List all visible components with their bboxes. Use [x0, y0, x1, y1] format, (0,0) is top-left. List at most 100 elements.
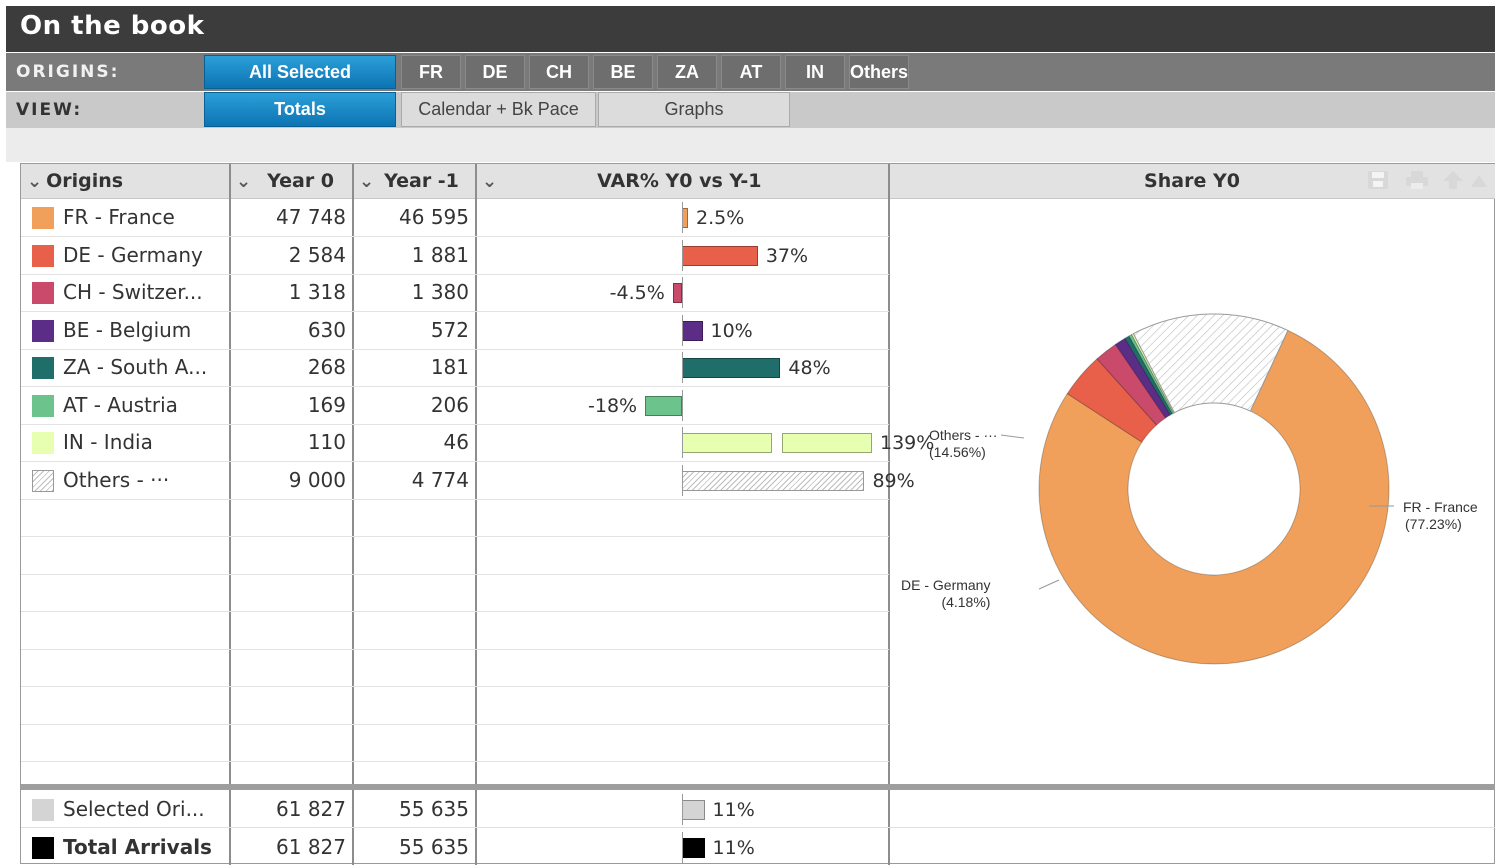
zero-axis — [682, 831, 683, 863]
origin-button-fr[interactable]: FR — [401, 55, 461, 89]
header-year0[interactable]: ⌄ Year 0 — [230, 164, 353, 199]
year-1-value: 46 — [443, 430, 469, 454]
year-1-value: 1 380 — [411, 280, 469, 304]
header-year-1[interactable]: ⌄ Year -1 — [353, 164, 476, 199]
header-year0-label: Year 0 — [267, 170, 335, 192]
zero-axis — [682, 277, 683, 308]
var-bar — [682, 320, 703, 341]
row-divider — [21, 499, 889, 500]
chevron-down-icon[interactable]: ⌄ — [27, 171, 42, 192]
color-swatch — [32, 799, 54, 821]
year0-value: 61 827 — [276, 834, 346, 859]
zero-axis — [682, 202, 683, 233]
var-bar — [682, 470, 865, 491]
var-percent: 10% — [710, 319, 753, 342]
origins-filter-row: ORIGINS: All Selected FR DE CH BE ZA AT … — [6, 53, 1495, 91]
var-bar — [682, 245, 758, 266]
row-divider — [21, 649, 889, 650]
origin-button-be[interactable]: BE — [593, 55, 653, 89]
color-swatch — [32, 319, 54, 342]
origin-name: AT - Austria — [63, 392, 178, 417]
origin-5-row[interactable]: AT - Austria 169 206 -18% — [21, 387, 889, 424]
save-icon[interactable] — [1366, 169, 1392, 193]
header-var-label: VAR% Y0 vs Y-1 — [597, 170, 762, 192]
zero-axis — [682, 464, 683, 496]
color-swatch — [32, 207, 54, 229]
origin-name: Others - ··· — [63, 467, 170, 492]
row-divider — [21, 724, 889, 725]
var-percent: 2.5% — [696, 207, 745, 229]
year0-value: 2 584 — [288, 242, 346, 267]
zero-axis — [682, 239, 683, 271]
origin-name: ZA - South A... — [63, 355, 208, 379]
year-1-value: 55 635 — [399, 834, 469, 859]
var-bar — [782, 433, 872, 453]
origin-1-row[interactable]: DE - Germany 2 584 1 881 37% — [21, 237, 889, 274]
color-swatch — [32, 836, 54, 859]
origin-button-all-selected[interactable]: All Selected — [204, 55, 396, 89]
zero-axis — [682, 352, 683, 383]
origin-0-row[interactable]: FR - France 47 748 46 595 2.5% — [21, 199, 889, 236]
origin-4-row[interactable]: ZA - South A... 268 181 48% — [21, 349, 889, 386]
var-percent: 48% — [788, 357, 831, 379]
var-bar — [682, 837, 705, 858]
header-var[interactable]: ⌄ VAR% Y0 vs Y-1 — [476, 164, 889, 199]
year-1-value: 46 595 — [399, 205, 469, 229]
origin-7-row[interactable]: Others - ··· 9 000 4 774 89% — [21, 462, 915, 499]
origin-name: DE - Germany — [63, 242, 203, 267]
origin-6-row[interactable]: IN - India 110 46 139% — [21, 424, 934, 461]
year0-value: 268 — [307, 355, 346, 379]
var-bar — [672, 283, 682, 303]
year-1-value: 55 635 — [399, 797, 469, 821]
origin-2-row[interactable]: CH - Switzer... 1 318 1 380 -4.5% — [21, 274, 889, 311]
var-percent: -4.5% — [609, 282, 665, 304]
view-button-graphs[interactable]: Graphs — [598, 92, 790, 127]
var-percent: 11% — [712, 836, 755, 859]
print-icon[interactable] — [1404, 169, 1432, 193]
spacer — [6, 128, 1495, 162]
color-swatch — [32, 282, 54, 304]
zero-axis — [682, 427, 683, 458]
year0-value: 61 827 — [276, 797, 346, 821]
color-swatch — [32, 244, 54, 267]
header-origins[interactable]: ⌄ Origins — [21, 164, 230, 199]
origin-name: Total Arrivals — [63, 834, 212, 859]
year-1-value: 206 — [430, 392, 469, 417]
year-1-value: 1 881 — [411, 242, 469, 267]
var-percent: 11% — [712, 799, 755, 821]
origin-button-de[interactable]: DE — [465, 55, 525, 89]
origin-button-ch[interactable]: CH — [529, 55, 589, 89]
header-share-label: Share Y0 — [1144, 170, 1240, 192]
var-bar — [682, 358, 781, 378]
total-0-row[interactable]: Selected Ori... 61 827 55 635 11% — [21, 791, 889, 828]
view-label: VIEW: — [16, 100, 83, 120]
year-1-value: 181 — [430, 355, 469, 379]
row-divider — [21, 761, 889, 762]
origins-label: ORIGINS: — [16, 62, 120, 82]
view-button-calendar-bk-pace[interactable]: Calendar + Bk Pace — [401, 92, 596, 127]
origin-button-at[interactable]: AT — [721, 55, 781, 89]
origin-button-others[interactable]: Others — [849, 55, 909, 89]
year-1-value: 572 — [430, 317, 469, 342]
origin-3-row[interactable]: BE - Belgium 630 572 10% — [21, 312, 889, 349]
chevron-down-icon[interactable]: ⌄ — [236, 171, 251, 192]
origin-name: FR - France — [63, 205, 175, 229]
var-bar — [682, 800, 705, 820]
year0-value: 630 — [307, 317, 346, 342]
color-swatch — [32, 469, 54, 492]
row-divider — [21, 611, 889, 612]
chevron-down-icon[interactable]: ⌄ — [359, 171, 374, 192]
origin-button-za[interactable]: ZA — [657, 55, 717, 89]
export-icon[interactable] — [1441, 169, 1489, 193]
view-button-totals[interactable]: Totals — [204, 92, 396, 127]
totals-separator — [21, 784, 1495, 790]
origin-name: CH - Switzer... — [63, 280, 203, 304]
header-year-1-label: Year -1 — [384, 170, 459, 192]
var-percent: 37% — [765, 244, 809, 267]
origin-button-in[interactable]: IN — [785, 55, 845, 89]
chevron-down-icon[interactable]: ⌄ — [482, 171, 497, 192]
origin-name: BE - Belgium — [63, 317, 192, 342]
total-1-row[interactable]: Total Arrivals 61 827 55 635 11% — [21, 829, 889, 866]
zero-axis — [682, 794, 683, 825]
color-swatch — [32, 394, 54, 417]
